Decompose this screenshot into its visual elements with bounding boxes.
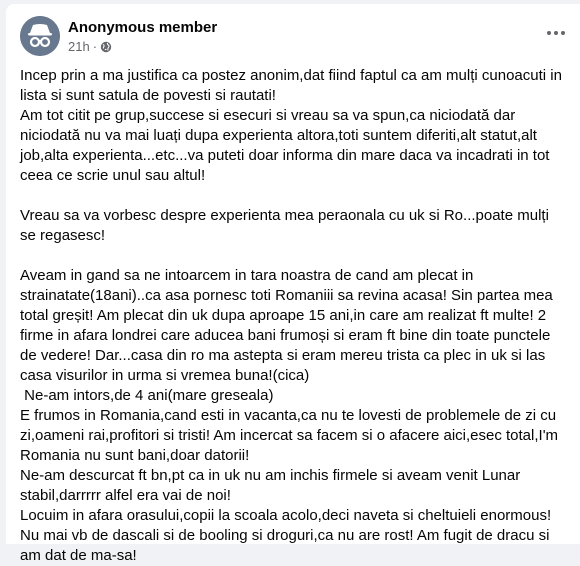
post-subline: 21h · [68,39,217,55]
more-options-button[interactable] [542,22,570,44]
post-time[interactable]: 21h [68,39,90,55]
post-header: Anonymous member 21h · [20,16,217,56]
post-card: Anonymous member 21h · Incep prin a ma j… [6,4,580,564]
post-meta: Anonymous member 21h · [68,18,217,55]
anonymous-incognito-icon [20,16,60,56]
post-paragraph: Aveam in gand sa ne intoarcem in tara no… [20,267,559,564]
globe-icon[interactable] [100,41,112,53]
avatar[interactable] [20,16,60,56]
post-paragraph: Vreau sa va vorbesc despre experienta me… [20,207,554,244]
separator-dot: · [92,38,98,54]
author-name[interactable]: Anonymous member [68,18,217,37]
post-text: Incep prin a ma justifica ca postez anon… [20,66,568,566]
post-paragraph: Incep prin a ma justifica ca postez anon… [20,67,562,184]
more-options-icon [547,31,565,35]
